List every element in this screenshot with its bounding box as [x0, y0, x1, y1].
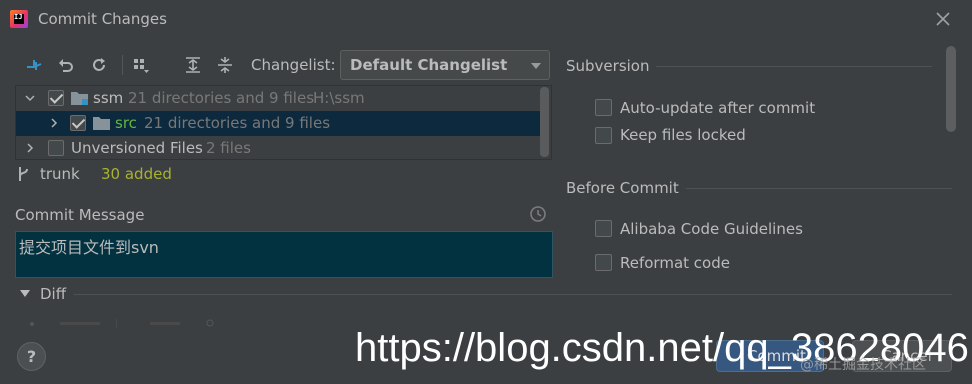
subversion-title: Subversion: [566, 57, 650, 75]
tree-row-info: 21 directories and 9 files: [144, 114, 331, 132]
changes-tree[interactable]: ssm 21 directories and 9 files H:\ssm sr…: [15, 85, 552, 160]
history-icon[interactable]: [529, 205, 547, 223]
chevron-down-icon: [531, 63, 541, 69]
reformat-code-label[interactable]: Reformat code: [620, 254, 730, 272]
diff-label[interactable]: Diff: [40, 285, 66, 303]
chevron-right-icon[interactable]: [49, 118, 59, 128]
undo-icon[interactable]: [57, 56, 75, 74]
diff-toolbar: [30, 319, 214, 328]
added-status: 30 added: [101, 165, 172, 183]
alibaba-guidelines-checkbox[interactable]: [595, 220, 612, 237]
keep-locked-label[interactable]: Keep files locked: [620, 126, 746, 144]
app-icon: IJ: [10, 10, 28, 28]
unversioned-checkbox[interactable]: [48, 140, 64, 156]
changelist-select[interactable]: Default Changelist: [340, 50, 550, 80]
tree-row-ssm[interactable]: ssm 21 directories and 9 files H:\ssm: [16, 86, 540, 111]
tree-row-info: 21 directories and 9 files: [128, 89, 315, 107]
chevron-down-icon[interactable]: [25, 93, 35, 103]
move-to-changelist-icon[interactable]: [25, 56, 43, 74]
changelist-label: Changelist:: [251, 56, 336, 74]
commit-message-input[interactable]: 提交项目文件到svn: [15, 231, 553, 278]
group-by-icon[interactable]: [132, 56, 150, 74]
tree-row-src[interactable]: src 21 directories and 9 files: [16, 111, 540, 136]
window-title: Commit Changes: [38, 10, 167, 28]
alibaba-guidelines-label[interactable]: Alibaba Code Guidelines: [620, 220, 803, 238]
before-commit-divider: [686, 188, 952, 189]
tree-scrollbar[interactable]: [540, 87, 549, 157]
reformat-code-checkbox[interactable]: [595, 254, 612, 271]
tree-row-unversioned[interactable]: Unversioned Files 2 files: [16, 136, 540, 159]
before-commit-title: Before Commit: [566, 179, 679, 197]
folder-icon: [93, 117, 110, 130]
options-scrollbar[interactable]: [946, 46, 956, 132]
folder-icon: [71, 92, 88, 105]
triangle-down-icon[interactable]: [20, 290, 30, 297]
watermark-credit: @稀土掘金技术社区: [800, 357, 926, 373]
tree-row-label: Unversioned Files: [71, 139, 203, 157]
collapse-all-icon[interactable]: [216, 56, 234, 74]
tree-row-info: 2 files: [206, 139, 251, 157]
expand-all-icon[interactable]: [184, 56, 202, 74]
ssm-checkbox[interactable]: [48, 90, 64, 106]
changelist-value: Default Changelist: [350, 56, 508, 74]
refresh-icon[interactable]: [90, 56, 108, 74]
src-checkbox[interactable]: [70, 115, 86, 131]
diff-divider: [74, 294, 952, 295]
tree-row-label: ssm: [93, 89, 124, 107]
auto-update-label[interactable]: Auto-update after commit: [620, 99, 815, 117]
close-icon[interactable]: [934, 10, 952, 28]
tree-row-path: H:\ssm: [313, 89, 365, 107]
branch-name: trunk: [40, 165, 80, 183]
branch-icon: [19, 167, 28, 181]
toolbar-separator: [122, 55, 123, 75]
auto-update-checkbox[interactable]: [595, 99, 612, 116]
title-bar: IJ Commit Changes: [0, 0, 972, 38]
commit-message-label: Commit Message: [15, 206, 145, 224]
keep-locked-checkbox[interactable]: [595, 127, 612, 144]
help-button[interactable]: ?: [17, 342, 46, 371]
subversion-divider: [656, 66, 932, 67]
tree-row-label: src: [115, 114, 137, 132]
chevron-right-icon[interactable]: [25, 143, 35, 153]
